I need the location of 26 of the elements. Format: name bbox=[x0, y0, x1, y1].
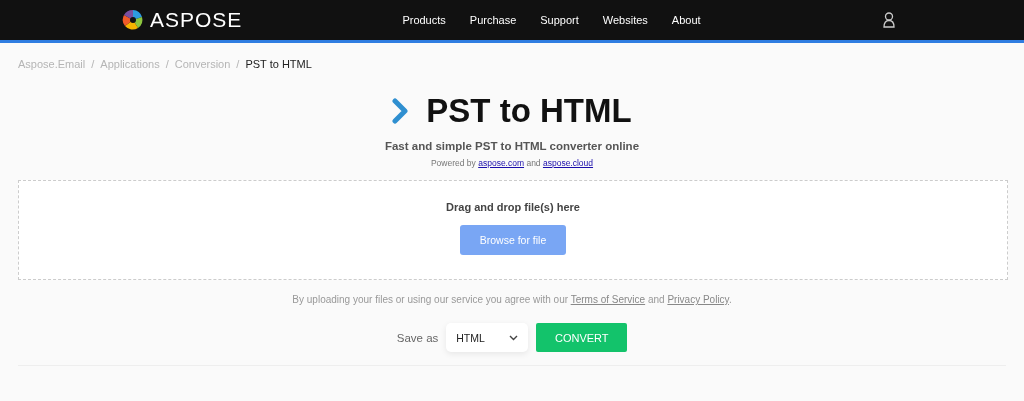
breadcrumb-link[interactable]: PST to HTML bbox=[245, 58, 312, 70]
nav-link[interactable]: Support bbox=[528, 14, 591, 26]
save-as-label: Save as bbox=[396, 331, 439, 344]
chevron-icon bbox=[392, 98, 409, 124]
link[interactable]: aspose.com bbox=[478, 158, 525, 168]
nav-link[interactable]: Purchase bbox=[457, 14, 529, 26]
format-select[interactable]: HTML bbox=[446, 323, 529, 352]
terms-text: By uploading your files or using our service you agree with our Terms of Service and Privacy Policy. bbox=[291, 294, 733, 305]
nav-link[interactable]: Products bbox=[390, 14, 458, 26]
drop-prompt: Drag and drop file(s) here bbox=[446, 201, 580, 213]
logo-icon bbox=[122, 9, 144, 31]
user-icon[interactable] bbox=[883, 12, 895, 28]
link[interactable]: Privacy Policy bbox=[667, 294, 729, 305]
logo-text: ASPOSE bbox=[150, 8, 243, 32]
breadcrumb-separator: / bbox=[165, 58, 169, 70]
drop-zone[interactable]: Drag and drop file(s) here Browse for file bbox=[18, 180, 1008, 280]
breadcrumb-separator: / bbox=[91, 58, 95, 70]
powered-by-text: Powered by aspose.com and aspose.cloud bbox=[429, 158, 595, 168]
subtitle: Fast and simple PST to HTML converter online bbox=[383, 140, 641, 152]
link[interactable]: Terms of Service bbox=[570, 294, 646, 305]
caret-icon bbox=[509, 334, 519, 341]
nav-link[interactable]: About bbox=[659, 14, 713, 26]
nav-link[interactable]: Websites bbox=[590, 14, 660, 26]
breadcrumb-separator: / bbox=[236, 58, 240, 70]
page-title: PST to HTML bbox=[426, 92, 632, 130]
link[interactable]: aspose.cloud bbox=[542, 158, 594, 168]
